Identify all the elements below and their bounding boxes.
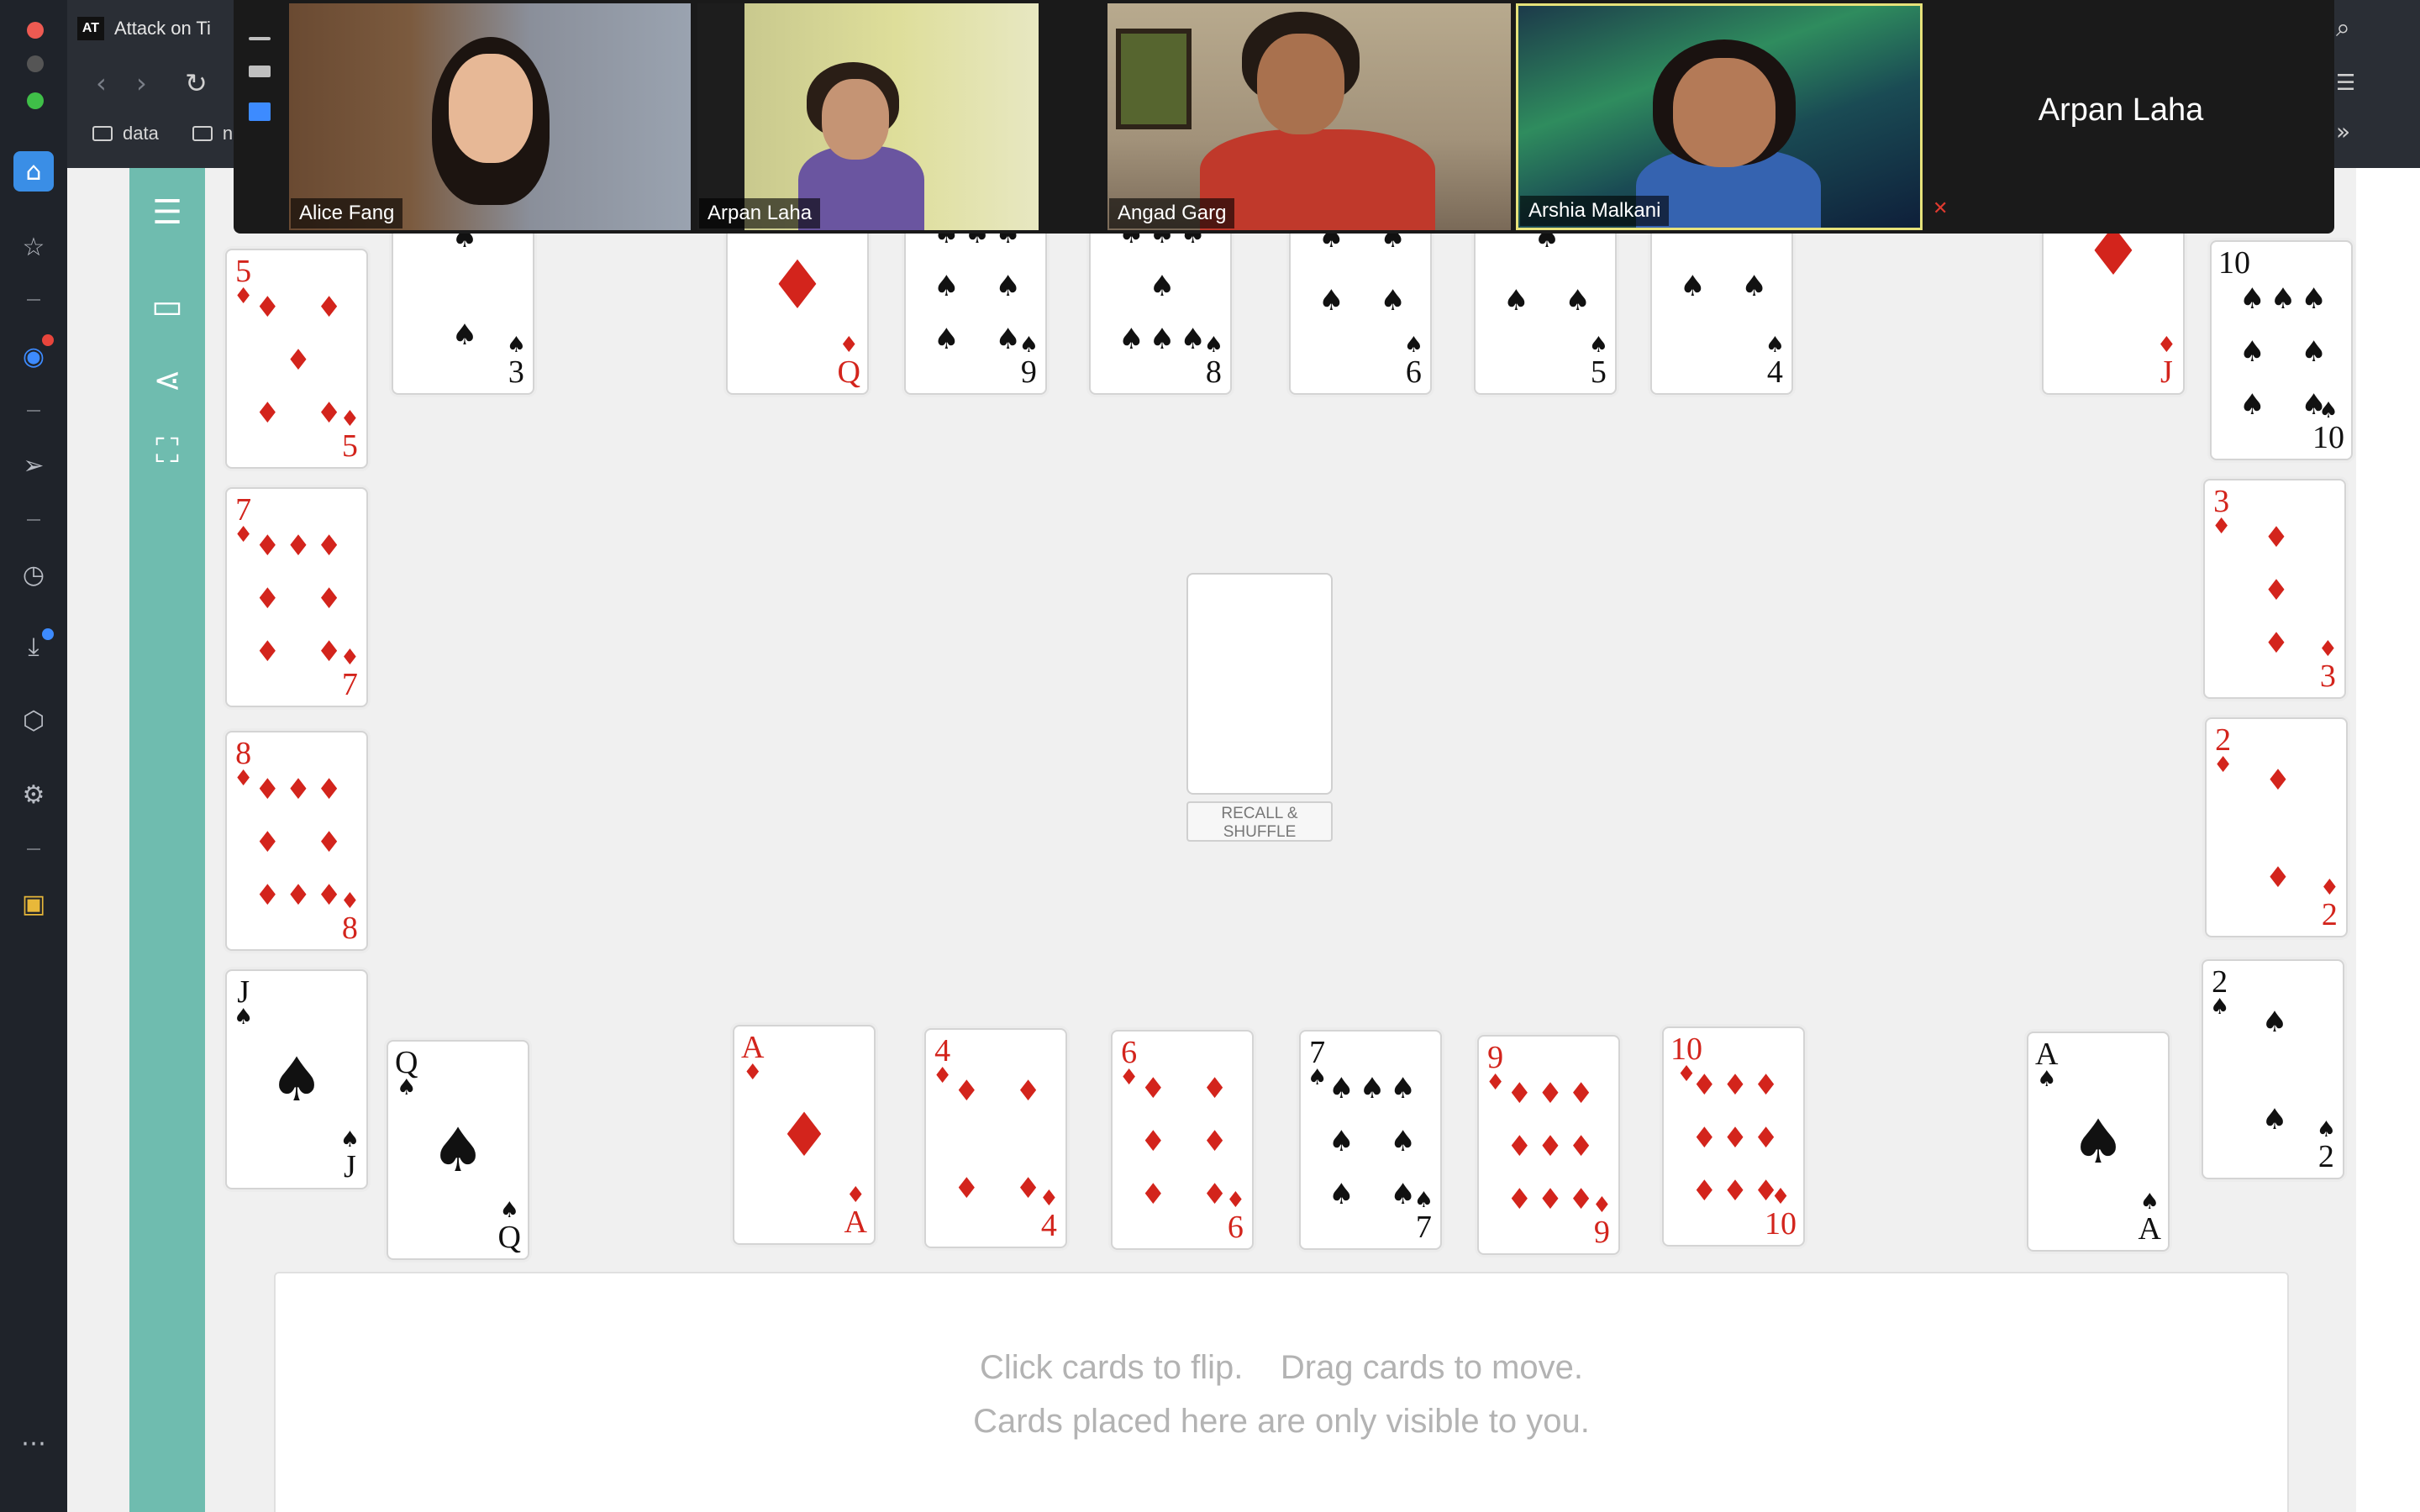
sidebar-divider	[27, 410, 40, 412]
browser-tab[interactable]: AT Attack on Ti	[77, 10, 211, 47]
sidebar-divider	[27, 299, 40, 301]
video-tile[interactable]: Alice Fang	[289, 3, 691, 230]
card[interactable]: 10 ♠ ♠ ♠ ♠ ♠ ♠ ♠ ♠ 10	[2210, 240, 2353, 460]
card[interactable]: J ♠ ♠ ♠ J	[225, 969, 368, 1189]
card[interactable]: 6 ♦ ♦ ♦ ♦ ♦ ♦ ♦ ♦ 6	[1111, 1030, 1254, 1250]
tab-title: Attack on Ti	[114, 18, 211, 39]
view-controls	[249, 37, 272, 146]
hint-line2: Cards placed here are only visible to yo…	[973, 1403, 1590, 1440]
bookmark-folder[interactable]: data	[92, 123, 159, 144]
settings-icon[interactable]: ⚙	[13, 774, 54, 815]
folder-icon	[92, 126, 113, 141]
card[interactable]: 7 ♠ ♠ ♠ ♠ ♠ ♠ ♠ ♠ ♠ 7	[1299, 1030, 1442, 1250]
single-view-button[interactable]	[249, 66, 271, 77]
minimize-window-button[interactable]	[27, 55, 44, 72]
back-icon[interactable]: ‹	[96, 67, 107, 99]
active-video-tile[interactable]: Arshia Malkani	[1516, 3, 1923, 230]
card[interactable]: 9 ♦ ♦ ♦ ♦ ♦ ♦ ♦ ♦ ♦ ♦ ♦ 9	[1477, 1035, 1620, 1255]
participant-name: Arshia Malkani	[1520, 196, 1670, 226]
sidebar-divider	[27, 848, 40, 850]
notification-badge	[42, 334, 54, 346]
card[interactable]: A ♦ ♦ ♦ A	[733, 1025, 876, 1245]
wall-painting	[1116, 29, 1192, 129]
briefcase-icon[interactable]: ▭	[145, 284, 190, 329]
expand-icon[interactable]: »	[2336, 118, 2350, 145]
card[interactable]: 3 ♦ ♦ ♦ ♦ ♦ 3	[2203, 479, 2346, 699]
site-sidebar: ☰ ▭ ⋖ ⛶	[129, 168, 205, 1512]
share-icon[interactable]: ⋖	[145, 358, 190, 403]
bookmark-label: n	[222, 123, 234, 144]
muted-mic-icon: ✕	[1933, 198, 1949, 219]
box-icon[interactable]: ⬡	[13, 701, 54, 741]
bookmarks-bar: data n	[92, 123, 233, 144]
card[interactable]: 2 ♠ ♠ ♠ ♠ 2	[2202, 959, 2344, 1179]
card[interactable]: 8 ♦ ♦ ♦ ♦ ♦ ♦ ♦ ♦ ♦ ♦ 8	[225, 731, 368, 951]
table-edge	[2356, 168, 2420, 1512]
recall-shuffle-button[interactable]: RECALL & SHUFFLE	[1186, 801, 1333, 842]
settings-sliders-icon[interactable]: ☰	[2336, 71, 2355, 96]
participant-name: Alice Fang	[291, 198, 403, 228]
video-tile[interactable]: Angad Garg	[1107, 3, 1511, 230]
more-icon[interactable]: ⋯	[13, 1423, 54, 1463]
participant-body	[1200, 129, 1435, 230]
minimize-strip-button[interactable]	[249, 37, 271, 40]
speaker-tile-name: Arpan Laha	[2038, 92, 2204, 128]
forward-icon[interactable]: ›	[136, 67, 147, 99]
card[interactable]: 4 ♦ ♦ ♦ ♦ ♦ ♦ 4	[924, 1028, 1067, 1248]
card[interactable]: 10 ♦ ♦ ♦ ♦ ♦ ♦ ♦ ♦ ♦ ♦ ♦ 10	[1662, 1026, 1805, 1247]
browser-sidebar: ⌂ ☆ ◉ ➢ ◷ ⤓ ⬡ ⚙ ▣ ⋯	[0, 0, 67, 1512]
menu-icon[interactable]: ☰	[145, 190, 190, 235]
send-icon[interactable]: ➢	[13, 445, 54, 486]
close-window-button[interactable]	[27, 22, 44, 39]
fullscreen-icon[interactable]: ⛶	[145, 428, 190, 474]
card[interactable]: 2 ♦ ♦ ♦ ♦ 2	[2205, 717, 2348, 937]
video-tile[interactable]: Arpan Laha	[697, 3, 1039, 230]
participant-face	[449, 54, 533, 163]
sidebar-divider	[27, 519, 40, 521]
lightbulb-icon[interactable]: ▣	[13, 884, 54, 924]
download-badge	[42, 628, 54, 640]
card-deck[interactable]	[1186, 573, 1333, 795]
star-icon[interactable]: ☆	[13, 227, 54, 267]
bookmark-label: data	[123, 123, 159, 144]
private-area-hint: Click cards to flip. Drag cards to move.…	[276, 1341, 2287, 1448]
reload-icon[interactable]: ↻	[185, 67, 208, 99]
folder-icon	[192, 126, 213, 141]
recall-label-line2: SHUFFLE	[1223, 823, 1297, 841]
maximize-window-button[interactable]	[27, 92, 44, 109]
video-call-strip: Alice Fang Arpan Laha Angad Garg Arshia …	[234, 0, 2334, 234]
recall-label-line1: RECALL &	[1221, 805, 1298, 822]
card[interactable]: A ♠ ♠ ♠ A	[2027, 1032, 2170, 1252]
private-hand-area[interactable]: Click cards to flip. Drag cards to move.…	[274, 1272, 2289, 1512]
search-icon[interactable]: ⌕	[2336, 13, 2350, 43]
card[interactable]: 5 ♦ ♦ ♦ ♦ ♦ ♦ ♦ 5	[225, 249, 368, 469]
participant-face	[1673, 58, 1776, 167]
home-icon[interactable]: ⌂	[13, 151, 54, 192]
hint-line1: Click cards to flip. Drag cards to move.	[979, 1349, 1583, 1386]
strip-view-button[interactable]	[249, 102, 271, 121]
participant-face	[822, 79, 889, 160]
card[interactable]: 7 ♦ ♦ ♦ ♦ ♦ ♦ ♦ ♦ ♦ 7	[225, 487, 368, 707]
tab-favicon: AT	[77, 17, 104, 40]
participant-name: Arpan Laha	[699, 198, 821, 228]
participant-name: Angad Garg	[1109, 198, 1235, 228]
bookmark-folder[interactable]: n	[192, 123, 233, 144]
history-icon[interactable]: ◷	[13, 554, 54, 595]
card[interactable]: Q ♠ ♠ ♠ Q	[387, 1040, 529, 1260]
participant-face	[1257, 34, 1344, 134]
